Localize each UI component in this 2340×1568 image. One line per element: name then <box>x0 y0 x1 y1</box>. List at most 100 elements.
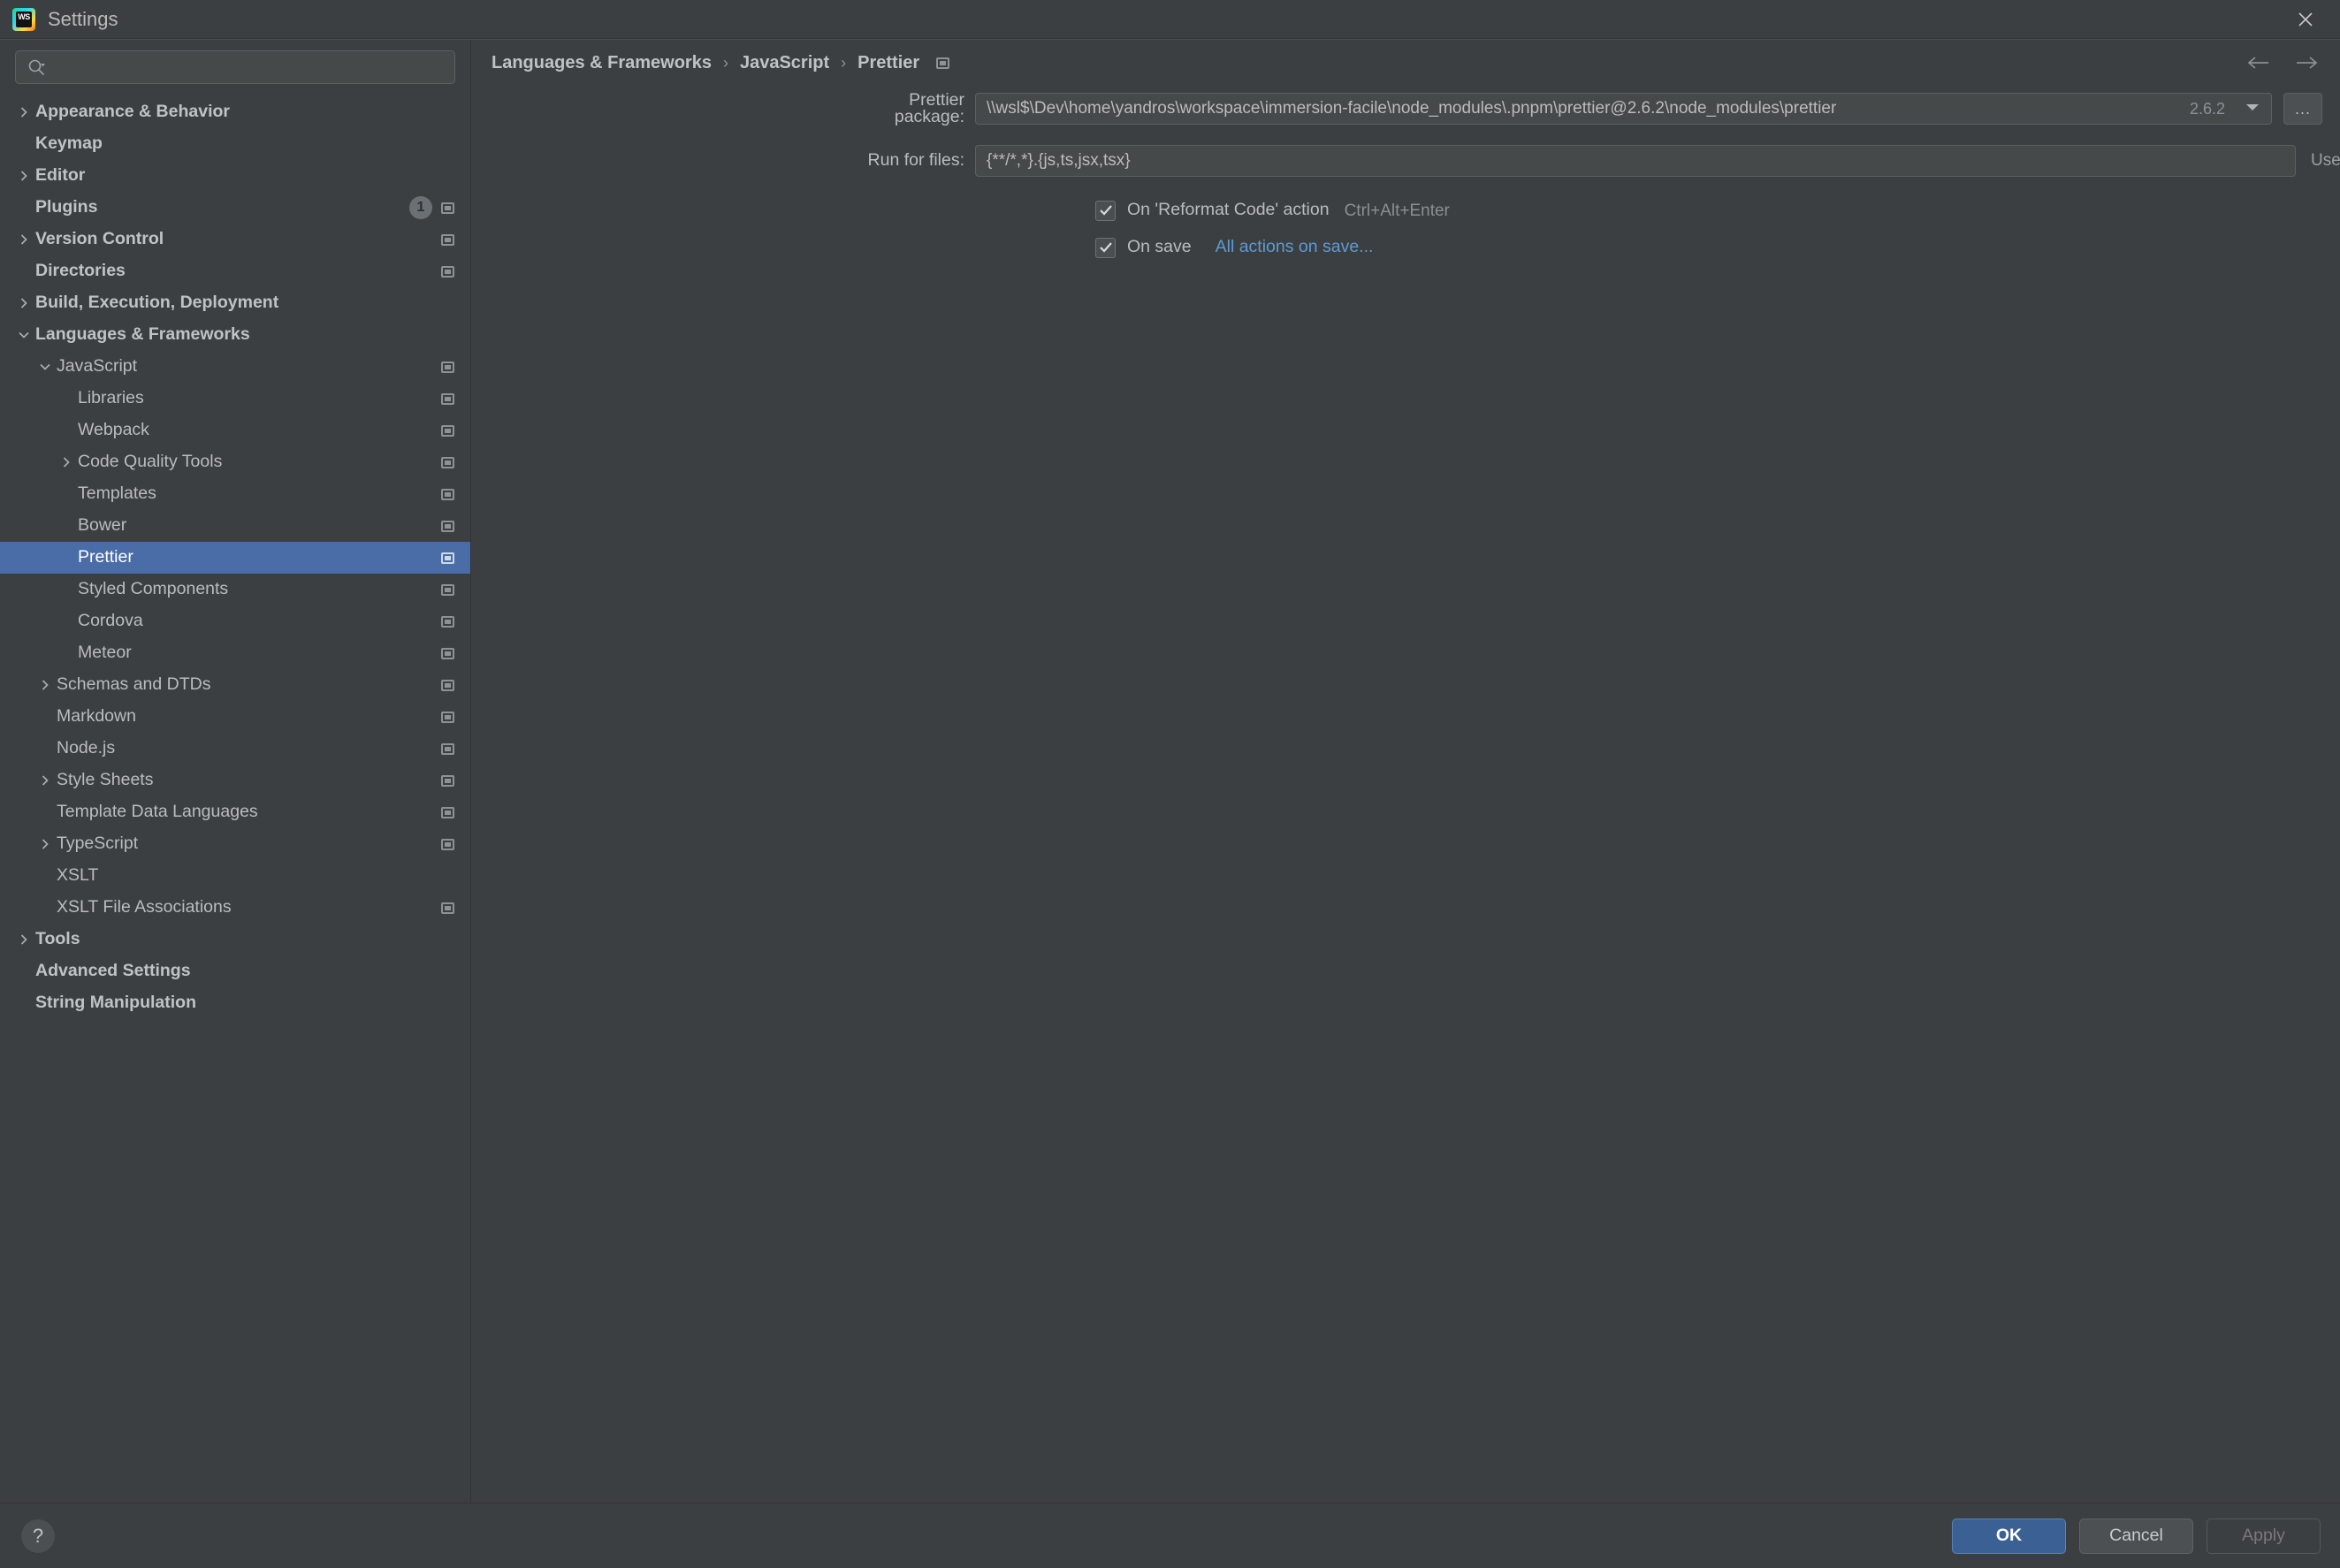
sidebar-item-indicators <box>441 605 454 637</box>
prettier-package-input[interactable] <box>985 98 2181 119</box>
project-scope-icon[interactable] <box>441 583 454 596</box>
chevron-right-icon[interactable] <box>12 233 35 246</box>
sidebar-item-node-js[interactable]: Node.js <box>0 733 470 765</box>
sidebar-item-bower[interactable]: Bower <box>0 510 470 542</box>
sidebar-item-version-control[interactable]: Version Control <box>0 224 470 255</box>
on-save-row[interactable]: On save All actions on save... <box>1095 234 2340 261</box>
project-scope-icon[interactable] <box>441 838 454 850</box>
all-actions-on-save-link[interactable]: All actions on save... <box>1216 239 1374 256</box>
sidebar-item-label: Style Sheets <box>57 770 154 790</box>
project-scope-icon[interactable] <box>441 679 454 691</box>
prettier-version-label: 2.6.2 <box>2189 99 2225 118</box>
sidebar-item-style-sheets[interactable]: Style Sheets <box>0 765 470 796</box>
breadcrumb-separator: › <box>722 54 728 72</box>
sidebar-item-editor[interactable]: Editor <box>0 160 470 192</box>
project-scope-icon[interactable] <box>441 520 454 532</box>
chevron-right-icon[interactable] <box>12 933 35 946</box>
project-scope-icon[interactable] <box>441 392 454 405</box>
sidebar-item-template-data-languages[interactable]: Template Data Languages <box>0 796 470 828</box>
dialog-footer: ? OK Cancel Apply <box>0 1503 2340 1568</box>
chevron-down-icon[interactable] <box>12 329 35 341</box>
chevron-right-icon[interactable] <box>34 838 57 850</box>
arrow-right-icon[interactable] <box>2294 54 2321 72</box>
sidebar-item-styled-components[interactable]: Styled Components <box>0 574 470 605</box>
search-box[interactable] <box>15 50 455 84</box>
sidebar-item-code-quality-tools[interactable]: Code Quality Tools <box>0 446 470 478</box>
project-scope-icon[interactable] <box>441 615 454 628</box>
sidebar-item-appearance-behavior[interactable]: Appearance & Behavior <box>0 96 470 128</box>
on-save-checkbox[interactable] <box>1095 237 1116 258</box>
run-for-files-input[interactable] <box>985 150 2286 171</box>
sidebar-item-libraries[interactable]: Libraries <box>0 383 470 415</box>
sidebar-item-templates[interactable]: Templates <box>0 478 470 510</box>
sidebar-item-xslt[interactable]: XSLT <box>0 860 470 892</box>
sidebar-item-webpack[interactable]: Webpack <box>0 415 470 446</box>
project-scope-icon[interactable] <box>441 742 454 755</box>
project-scope-icon[interactable] <box>441 774 454 787</box>
project-scope-icon[interactable] <box>441 806 454 818</box>
on-reformat-code-row[interactable]: On 'Reformat Code' action Ctrl+Alt+Enter <box>1095 197 2340 224</box>
prettier-package-label: Prettier package: <box>894 89 964 126</box>
sidebar-item-cordova[interactable]: Cordova <box>0 605 470 637</box>
project-scope-icon[interactable] <box>441 711 454 723</box>
search-input[interactable] <box>46 57 446 78</box>
sidebar-item-markdown[interactable]: Markdown <box>0 701 470 733</box>
help-icon[interactable]: ? <box>21 1519 55 1553</box>
prettier-package-browse-button[interactable]: ... <box>2283 93 2322 125</box>
sidebar-item-meteor[interactable]: Meteor <box>0 637 470 669</box>
sidebar-item-schemas-and-dtds[interactable]: Schemas and DTDs <box>0 669 470 701</box>
sidebar-item-label: Editor <box>35 165 86 186</box>
on-reformat-code-checkbox[interactable] <box>1095 200 1116 221</box>
sidebar-item-languages-frameworks[interactable]: Languages & Frameworks <box>0 319 470 351</box>
project-scope-icon[interactable] <box>936 57 950 69</box>
window-title: Settings <box>48 7 118 30</box>
breadcrumb: Languages & Frameworks › JavaScript › Pr… <box>471 40 2340 86</box>
sidebar-item-javascript[interactable]: JavaScript <box>0 351 470 383</box>
chevron-right-icon[interactable] <box>34 774 57 787</box>
chevron-right-icon[interactable] <box>12 106 35 118</box>
settings-tree[interactable]: Appearance & Behavior Keymap Editor Plugins… <box>0 93 470 1503</box>
project-scope-icon[interactable] <box>441 552 454 564</box>
chevron-right-icon[interactable] <box>55 456 78 468</box>
sidebar-item-keymap[interactable]: Keymap <box>0 128 470 160</box>
sidebar-item-label: Advanced Settings <box>35 961 191 981</box>
project-scope-icon[interactable] <box>441 424 454 437</box>
project-scope-icon[interactable] <box>441 233 454 246</box>
arrow-left-icon[interactable] <box>2245 54 2271 72</box>
project-scope-icon[interactable] <box>441 202 454 214</box>
sidebar-item-indicators <box>441 765 454 796</box>
chevron-down-icon[interactable] <box>34 361 57 373</box>
sidebar-item-prettier[interactable]: Prettier <box>0 542 470 574</box>
prettier-package-field[interactable]: 2.6.2 <box>975 93 2234 125</box>
project-scope-icon[interactable] <box>441 456 454 468</box>
project-scope-icon[interactable] <box>441 488 454 500</box>
sidebar-item-string-manipulation[interactable]: String Manipulation <box>0 987 470 1019</box>
project-scope-icon[interactable] <box>441 265 454 278</box>
sidebar-item-label: Languages & Frameworks <box>35 324 250 345</box>
sidebar-item-label: Cordova <box>78 611 143 631</box>
sidebar-item-typescript[interactable]: TypeScript <box>0 828 470 860</box>
breadcrumb-item-1[interactable]: JavaScript <box>740 54 829 72</box>
chevron-right-icon[interactable] <box>12 297 35 309</box>
sidebar-item-label: Directories <box>35 261 126 281</box>
prettier-package-dropdown-button[interactable] <box>2234 93 2272 125</box>
ok-button[interactable]: OK <box>1952 1518 2066 1554</box>
cancel-button[interactable]: Cancel <box>2079 1518 2193 1554</box>
run-for-files-field[interactable] <box>975 145 2296 177</box>
project-scope-icon[interactable] <box>441 647 454 659</box>
sidebar-item-plugins[interactable]: Plugins 1 <box>0 192 470 224</box>
close-icon[interactable] <box>2271 0 2340 39</box>
chevron-right-icon[interactable] <box>12 170 35 182</box>
sidebar-item-build-execution-deployment[interactable]: Build, Execution, Deployment <box>0 287 470 319</box>
sidebar-item-indicators <box>441 224 454 255</box>
breadcrumb-item-0[interactable]: Languages & Frameworks <box>492 54 712 72</box>
apply-button: Apply <box>2207 1518 2321 1554</box>
sidebar-item-advanced-settings[interactable]: Advanced Settings <box>0 955 470 987</box>
sidebar-item-xslt-file-associations[interactable]: XSLT File Associations <box>0 892 470 924</box>
chevron-right-icon[interactable] <box>34 679 57 691</box>
sidebar-item-directories[interactable]: Directories <box>0 255 470 287</box>
project-scope-icon[interactable] <box>441 902 454 914</box>
sidebar-item-indicators <box>441 796 454 828</box>
project-scope-icon[interactable] <box>441 361 454 373</box>
sidebar-item-tools[interactable]: Tools <box>0 924 470 955</box>
